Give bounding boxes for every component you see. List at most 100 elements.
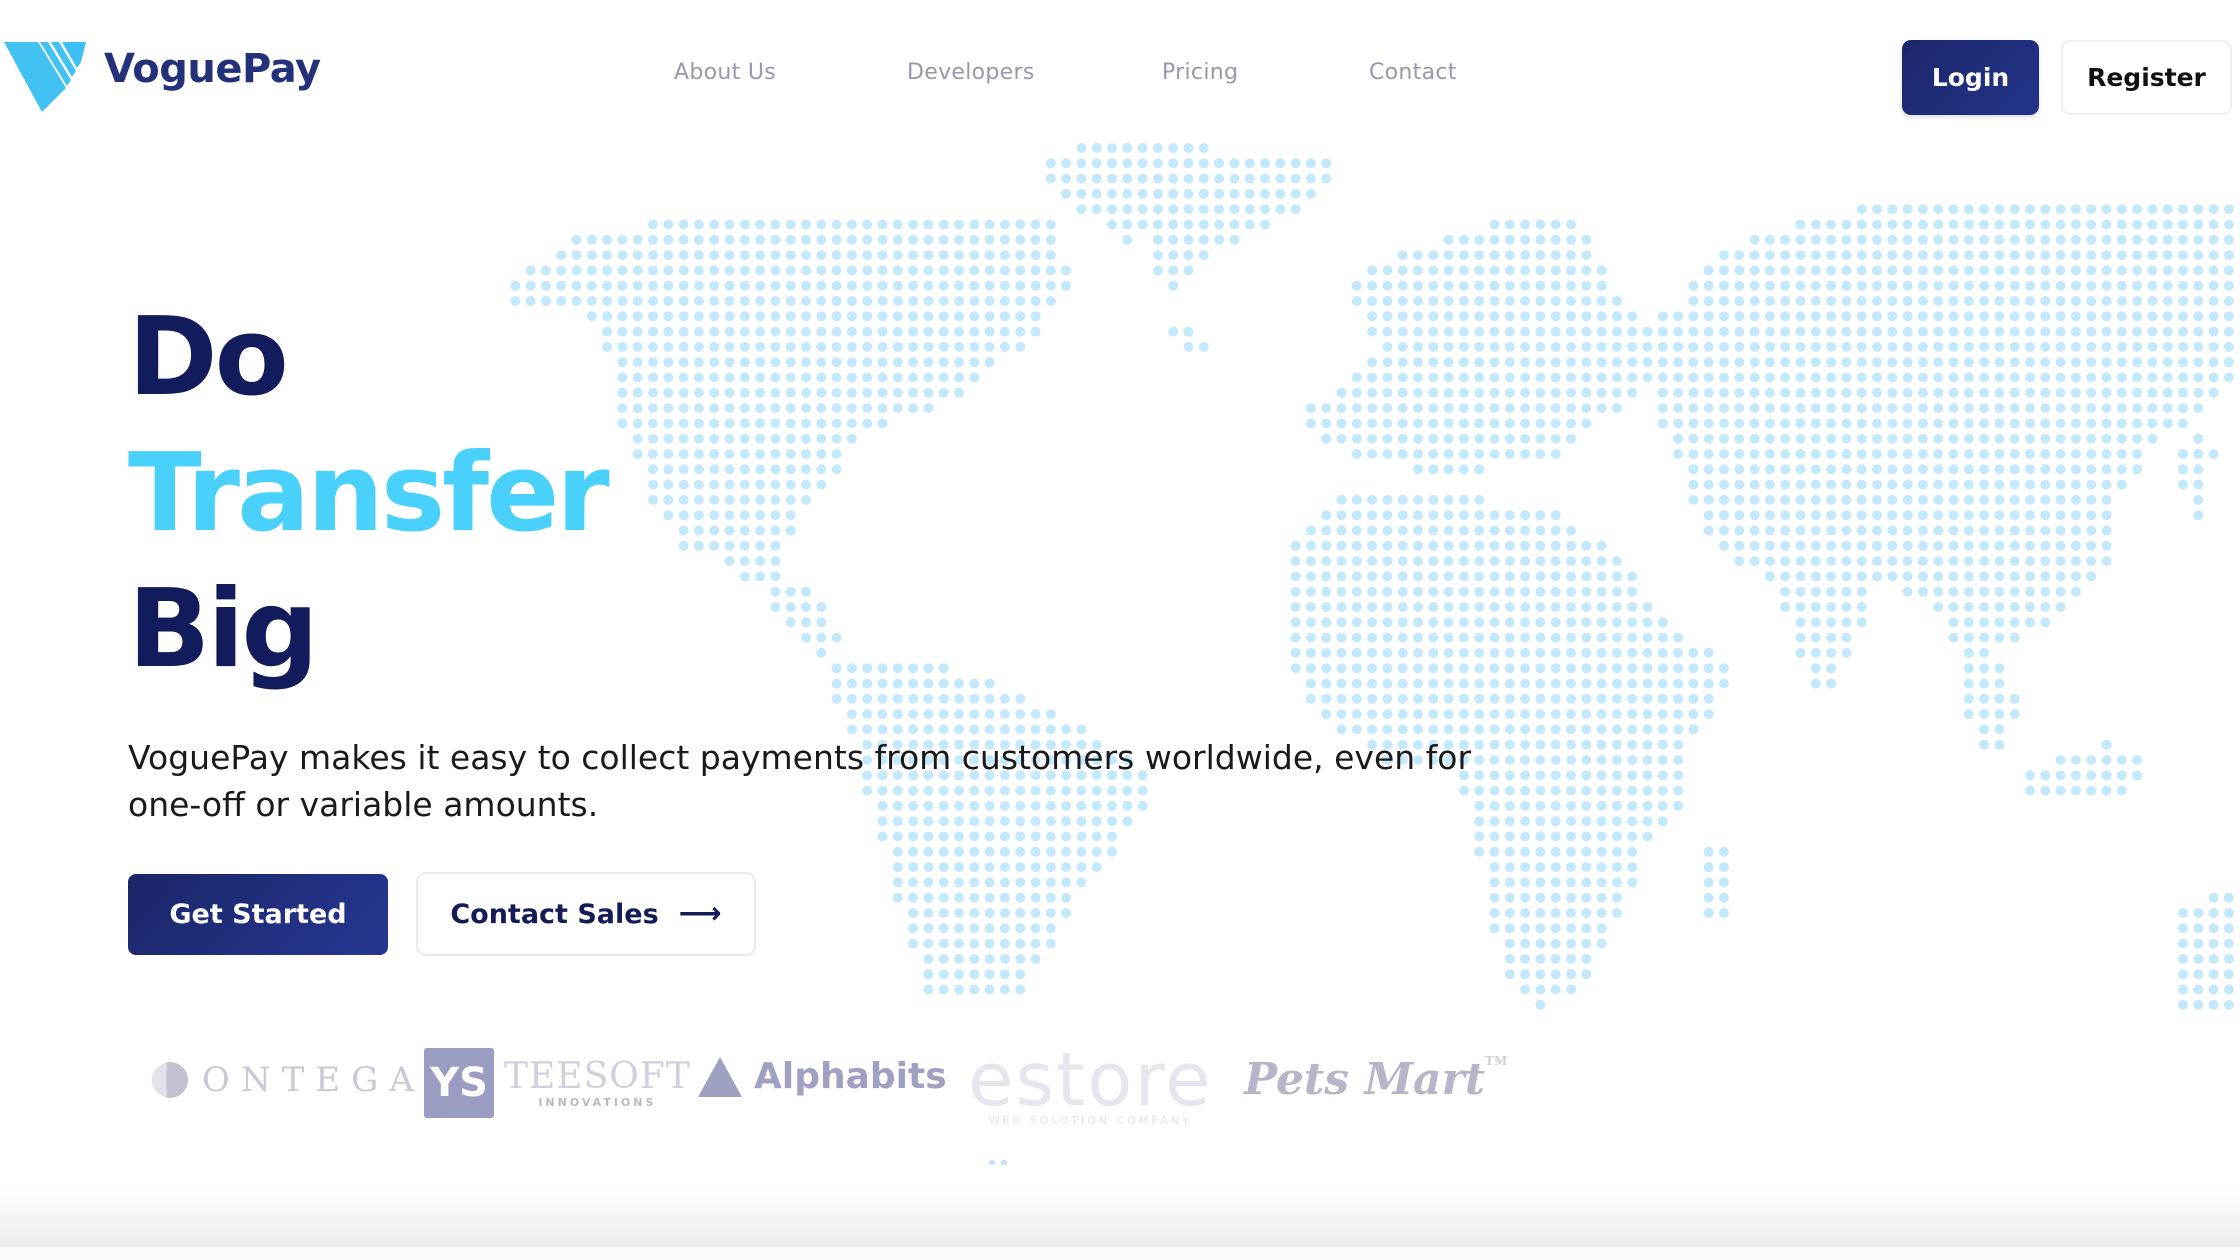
map-dot [2025, 357, 2035, 368]
map-dot [1275, 173, 1286, 184]
map-dot [1994, 525, 2005, 536]
map-dot [2147, 250, 2158, 261]
map-dot [1489, 341, 1500, 352]
map-dot [862, 724, 873, 735]
map-dot [2147, 341, 2158, 352]
map-dot [2116, 326, 2127, 337]
map-dot [1351, 693, 1362, 704]
contact-sales-button[interactable]: Contact Sales ⟶ [416, 872, 756, 956]
map-dot [1979, 709, 1990, 720]
map-dot [1719, 372, 1729, 383]
map-dot [2101, 265, 2112, 276]
map-dot [1657, 632, 1668, 643]
map-dot [2086, 556, 2097, 567]
map-dot [1841, 540, 1852, 551]
map-dot [1657, 709, 1668, 720]
brand-logo[interactable]: VoguePay [4, 40, 321, 112]
map-dot [862, 250, 873, 261]
map-dot [1367, 602, 1378, 612]
contact-sales-label: Contact Sales [450, 898, 659, 930]
map-dot [999, 709, 1010, 720]
map-dot [1719, 387, 1729, 398]
map-dot [1810, 602, 1821, 612]
map-dot [1963, 280, 1974, 291]
nav-developers[interactable]: Developers [907, 60, 1035, 85]
map-dot [1367, 617, 1378, 628]
map-dot [2055, 586, 2066, 597]
map-dot [1535, 862, 1546, 873]
map-dot [1795, 510, 1806, 521]
map-dot [2162, 234, 2173, 245]
map-dot [1397, 387, 1408, 398]
map-dot [1581, 709, 1592, 720]
map-dot [1397, 540, 1408, 551]
map-dot [1336, 403, 1347, 414]
map-dot [908, 892, 919, 903]
map-dot [2009, 556, 2020, 567]
nav-contact[interactable]: Contact [1369, 60, 1457, 85]
nav-pricing[interactable]: Pricing [1162, 60, 1238, 85]
map-dot [2147, 204, 2158, 215]
map-dot [785, 219, 796, 230]
map-dot [2025, 433, 2035, 444]
map-dot [1351, 418, 1362, 429]
arrow-right-icon: ⟶ [678, 896, 722, 931]
map-dot [1535, 816, 1546, 827]
map-dot [938, 923, 949, 934]
map-dot [2132, 250, 2143, 261]
map-dot [1015, 219, 1026, 230]
map-dot [892, 296, 903, 306]
map-dot [831, 449, 842, 459]
map-dot [1581, 892, 1592, 903]
map-dot [2208, 234, 2219, 245]
map-dot [2116, 265, 2127, 276]
map-dot [755, 479, 766, 490]
map-dot [1474, 632, 1485, 643]
map-dot [739, 510, 750, 521]
map-dot [1979, 724, 1990, 735]
map-dot [709, 326, 720, 337]
map-dot [1458, 556, 1469, 567]
map-dot [1428, 556, 1439, 567]
map-dot [1550, 617, 1561, 628]
map-dot [1290, 556, 1301, 567]
login-button[interactable]: Login [1902, 40, 2039, 115]
map-dot [1764, 403, 1775, 414]
map-dot [1413, 265, 1423, 276]
map-dot [1535, 984, 1546, 995]
map-dot [1780, 326, 1791, 337]
map-dot [724, 234, 735, 245]
map-dot [984, 938, 995, 949]
map-dot [785, 479, 796, 490]
map-dot [2055, 341, 2066, 352]
map-dot [755, 357, 766, 368]
map-dot [1214, 158, 1225, 169]
map-dot [1428, 372, 1439, 383]
map-dot [1336, 663, 1347, 674]
carousel-dot[interactable] [1001, 1160, 1007, 1165]
map-dot [1979, 525, 1990, 536]
map-dot [2223, 984, 2234, 995]
map-dot [709, 510, 720, 521]
map-dot [1305, 403, 1316, 414]
get-started-button[interactable]: Get Started [128, 874, 388, 955]
map-dot [1504, 234, 1515, 245]
map-dot [1045, 831, 1056, 842]
nav-about-us[interactable]: About Us [674, 60, 776, 85]
map-dot [1290, 540, 1301, 551]
map-dot [1917, 418, 1928, 429]
map-dot [1703, 387, 1714, 398]
map-dot [1872, 204, 1882, 215]
map-dot [1688, 494, 1699, 505]
map-dot [1902, 311, 1913, 322]
map-dot [1703, 280, 1714, 291]
map-dot [663, 479, 674, 490]
map-dot [1749, 234, 1760, 245]
map-dot [2070, 204, 2081, 215]
map-dot [617, 357, 628, 368]
map-dot [1688, 357, 1699, 368]
carousel-indicator[interactable] [989, 1160, 1007, 1165]
carousel-dot[interactable] [989, 1160, 995, 1165]
register-button[interactable]: Register [2061, 40, 2232, 115]
map-dot [1810, 571, 1821, 582]
